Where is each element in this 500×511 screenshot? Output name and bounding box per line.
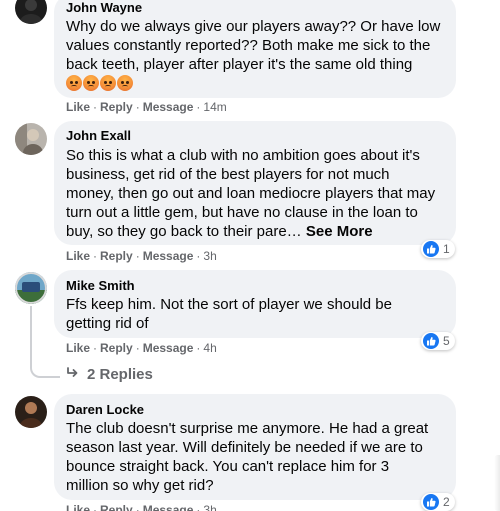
replies-label: 2 Replies — [87, 366, 153, 383]
comment-bubble: Mike Smith Ffs keep him. Not the sort of… — [54, 270, 456, 338]
separator: · — [93, 100, 98, 114]
like-button[interactable]: Like — [66, 249, 90, 263]
comment-bubble: Daren Locke The club doesn't surprise me… — [54, 394, 456, 500]
view-replies-link[interactable]: 2 Replies — [66, 366, 153, 383]
avatar[interactable] — [15, 272, 47, 304]
comment-text-truncated: buy, so they go back to their pare… — [66, 223, 302, 240]
comment-actions: Like · Reply · Message · 3h — [66, 503, 217, 511]
comment-text-line: back teeth, player after player it's the… — [66, 56, 413, 73]
reply-button[interactable]: Reply — [100, 100, 133, 114]
reply-button[interactable]: Reply — [100, 503, 133, 511]
reply-arrow-icon — [66, 366, 79, 383]
reply-button[interactable]: Reply — [100, 341, 133, 355]
avatar-mike-smith-icon — [15, 272, 47, 304]
separator: · — [135, 249, 140, 263]
avatar[interactable] — [15, 123, 47, 155]
comment-timestamp[interactable]: 3h — [203, 503, 216, 511]
separator: · — [135, 100, 140, 114]
reaction-count: 2 — [443, 495, 450, 509]
comments-panel: John Wayne Why do we always give our pla… — [0, 0, 500, 511]
angry-face-icon — [100, 75, 116, 91]
separator: · — [135, 503, 140, 511]
comment-timestamp[interactable]: 3h — [203, 249, 216, 263]
reaction-count: 5 — [443, 334, 450, 348]
comment-text-line: Ffs keep him. Not the sort of player we … — [66, 296, 392, 313]
separator: · — [196, 503, 201, 511]
comment-text-line: values constantly reported?? Both make m… — [66, 37, 431, 54]
comment-text-line: bounce straight back. You can't replace … — [66, 458, 390, 475]
separator: · — [93, 249, 98, 263]
like-button[interactable]: Like — [66, 503, 90, 511]
comment-text-line: getting rid of — [66, 315, 149, 332]
comment-author[interactable]: John Exall — [66, 128, 131, 144]
like-button[interactable]: Like — [66, 341, 90, 355]
comment-text-line: The club doesn't surprise me anymore. He… — [66, 420, 429, 437]
comment-text-line: turn out a little gem, but have no claus… — [66, 204, 418, 221]
thumbs-up-icon — [423, 494, 439, 510]
see-more-link[interactable]: See More — [306, 223, 373, 240]
message-button[interactable]: Message — [143, 341, 194, 355]
avatar-john-exall-icon — [15, 123, 47, 155]
avatar-daren-locke-icon — [15, 396, 47, 428]
message-button[interactable]: Message — [143, 503, 194, 511]
separator: · — [93, 503, 98, 511]
comment-text-line: money, then go out and loan mediocre pla… — [66, 185, 436, 202]
comment-text-line: business, get rid of the best players fo… — [66, 166, 390, 183]
comment-text-line: buy, so they go back to their pare… See … — [66, 222, 373, 241]
thread-connector — [30, 306, 32, 342]
message-button[interactable]: Message — [143, 249, 194, 263]
comment-bubble: John Exall So this is what a club with n… — [54, 121, 456, 245]
comment-timestamp[interactable]: 14m — [203, 100, 226, 114]
separator: · — [135, 341, 140, 355]
comment-author[interactable]: John Wayne — [66, 0, 142, 16]
separator: · — [196, 249, 201, 263]
comment-bubble: John Wayne Why do we always give our pla… — [54, 0, 456, 98]
separator: · — [93, 341, 98, 355]
comment-timestamp[interactable]: 4h — [203, 341, 216, 355]
like-button[interactable]: Like — [66, 100, 90, 114]
comment-text-line: So this is what a club with no ambition … — [66, 147, 420, 164]
comment-text-line: million so why get rid? — [66, 477, 214, 494]
angry-face-icon — [117, 75, 133, 91]
thumbs-up-icon — [423, 241, 439, 257]
angry-emoji-row — [66, 75, 133, 91]
reaction-summary[interactable]: 5 — [421, 332, 455, 350]
comment-actions: Like · Reply · Message · 3h — [66, 249, 217, 264]
reaction-summary[interactable]: 2 — [421, 493, 455, 511]
avatar[interactable] — [15, 396, 47, 428]
angry-face-icon — [66, 75, 82, 91]
comment-author[interactable]: Daren Locke — [66, 402, 144, 418]
scroll-edge-shadow — [494, 455, 500, 511]
comment-author[interactable]: Mike Smith — [66, 278, 135, 294]
thumbs-up-icon — [423, 333, 439, 349]
reply-button[interactable]: Reply — [100, 249, 133, 263]
comment-text-line: Why do we always give our players away??… — [66, 18, 441, 35]
separator: · — [196, 341, 201, 355]
thread-connector — [30, 340, 60, 378]
angry-face-icon — [83, 75, 99, 91]
avatar-john-wayne-icon — [15, 0, 47, 24]
message-button[interactable]: Message — [143, 100, 194, 114]
reaction-count: 1 — [443, 242, 450, 256]
comment-actions: Like · Reply · Message · 14m — [66, 100, 227, 115]
comment-text-line: season last year. Will definitely be nee… — [66, 439, 423, 456]
reaction-summary[interactable]: 1 — [421, 240, 455, 258]
comment-actions: Like · Reply · Message · 4h — [66, 341, 217, 356]
avatar[interactable] — [15, 0, 47, 24]
separator: · — [196, 100, 201, 114]
